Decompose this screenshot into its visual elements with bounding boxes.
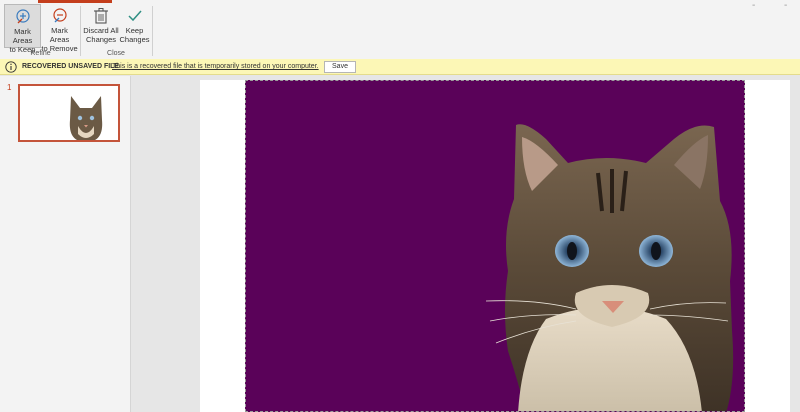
discard-all-changes-label: Discard All Changes [83,26,119,44]
slide-number: 1 [7,83,12,92]
ribbon: - - Mark Areas to Keep Mark Areas to Rem… [0,0,800,60]
keep-changes-label: Keep Changes [119,26,150,44]
window-control-left[interactable]: - [752,0,755,11]
trash-icon [94,8,108,24]
recovered-file-infobar: RECOVERED UNSAVED FILE This is a recover… [0,59,800,75]
infobar-title: RECOVERED UNSAVED FILE [22,63,120,70]
mark-areas-to-remove-label: Mark Areas to Remove [41,26,78,53]
cat-photo[interactable] [245,80,745,412]
cat-image [485,124,734,411]
group-divider [152,6,153,56]
slide-thumbnail[interactable] [18,84,120,142]
window-control-right[interactable]: - [784,0,787,11]
active-tab-indicator [38,0,112,3]
pen-minus-icon [52,8,67,23]
close-group-label: Close [107,50,125,57]
pen-plus-icon [15,9,30,24]
keep-changes-button[interactable]: Keep Changes [119,4,150,48]
discard-all-changes-button[interactable]: Discard All Changes [83,4,119,48]
cat-thumbnail-image [69,96,103,140]
group-divider [80,6,81,56]
slide-thumbnail-pane: 1 [0,76,131,412]
refine-group-label: Refine [30,50,51,57]
close-group: Discard All Changes Keep Changes Close [82,4,150,60]
infobar-save-button[interactable]: Save [324,61,356,73]
mark-areas-to-keep-button[interactable]: Mark Areas to Keep [4,4,41,54]
infobar-message-link[interactable]: This is a recovered file that is tempora… [112,63,319,70]
checkmark-icon [127,10,142,22]
info-icon [5,61,17,73]
refine-group: Mark Areas to Keep Mark Areas to Remove … [3,4,78,60]
mark-areas-to-remove-button[interactable]: Mark Areas to Remove [41,4,78,53]
